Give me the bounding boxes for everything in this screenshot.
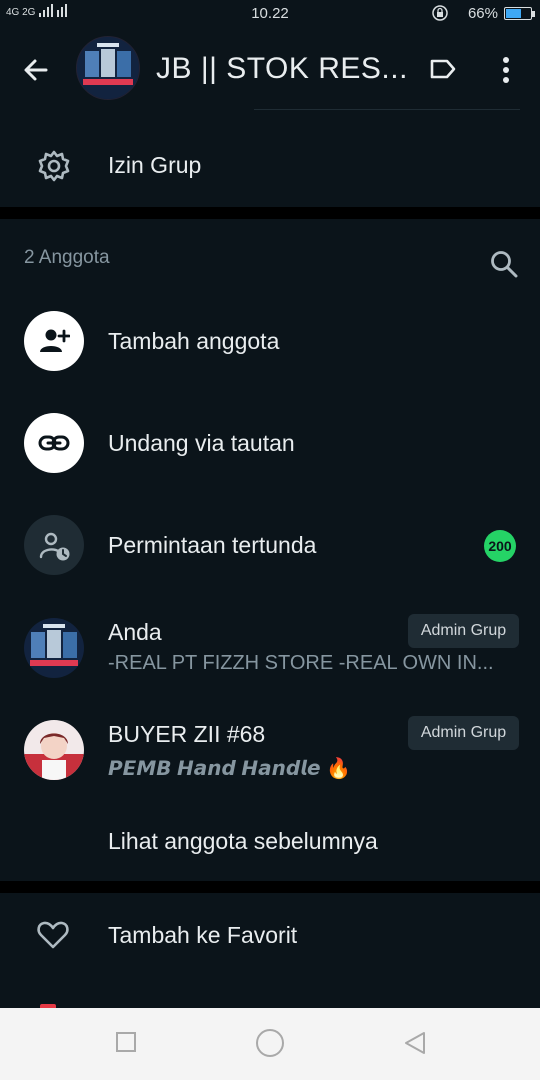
group-title[interactable]: JB || STOK RES... bbox=[156, 52, 408, 86]
search-icon[interactable] bbox=[488, 248, 520, 280]
nav-back-icon[interactable] bbox=[402, 1030, 428, 1056]
group-avatar[interactable] bbox=[76, 36, 140, 100]
add-member-button[interactable] bbox=[24, 311, 84, 371]
admin-badge: Admin Grup bbox=[408, 716, 519, 750]
group-header: JB || STOK RES... bbox=[0, 28, 540, 120]
add-member-label: Tambah anggota bbox=[108, 328, 280, 354]
battery-tip bbox=[532, 11, 535, 17]
group-avatar-image bbox=[77, 37, 139, 99]
member-name: Anda bbox=[108, 619, 162, 645]
section-divider bbox=[0, 881, 540, 893]
battery-level bbox=[506, 9, 521, 18]
member-status: -REAL PT FIZZH STORE -REAL OWN IN... bbox=[108, 652, 494, 674]
home-button[interactable] bbox=[256, 1029, 284, 1057]
member-avatar-image bbox=[24, 618, 84, 678]
more-options-icon[interactable] bbox=[496, 54, 516, 86]
see-previous-members-link[interactable]: Lihat anggota sebelumnya bbox=[108, 828, 378, 855]
pending-person-icon bbox=[39, 532, 70, 561]
heart-icon bbox=[37, 921, 69, 949]
section-divider bbox=[0, 207, 540, 219]
admin-badge: Admin Grup bbox=[408, 614, 519, 648]
battery-icon bbox=[504, 7, 532, 20]
group-permissions-row[interactable] bbox=[0, 124, 540, 206]
group-permissions-label: Izin Grup bbox=[108, 152, 202, 178]
avatar[interactable] bbox=[24, 618, 84, 678]
label-tag-icon[interactable] bbox=[428, 56, 458, 82]
invite-link-button[interactable] bbox=[24, 413, 84, 473]
member-name: BUYER ZII #68 bbox=[108, 721, 266, 747]
invite-link-label: Undang via tautan bbox=[108, 430, 295, 456]
battery-percent: 66% bbox=[467, 5, 498, 22]
rotation-lock-icon bbox=[432, 5, 448, 21]
header-divider bbox=[254, 109, 520, 110]
pending-requests-label: Permintaan tertunda bbox=[108, 532, 317, 558]
link-icon bbox=[38, 435, 70, 451]
member-avatar-image bbox=[24, 720, 84, 780]
member-status: 𝙋𝙀𝙈𝘽 𝙃𝙖𝙣𝙙 𝙃𝙖𝙣𝙙𝙡𝙚 🔥 bbox=[108, 758, 352, 780]
back-arrow-icon[interactable] bbox=[20, 54, 52, 86]
clock: 10.22 bbox=[251, 5, 289, 22]
recent-apps-button[interactable] bbox=[116, 1032, 136, 1052]
gear-icon bbox=[38, 150, 70, 182]
pending-count-badge: 200 bbox=[484, 530, 516, 562]
member-count-label: 2 Anggota bbox=[24, 247, 110, 268]
pending-requests-button[interactable] bbox=[24, 515, 84, 575]
avatar[interactable] bbox=[24, 720, 84, 780]
status-bar: 4G 2G 10.22 66% bbox=[0, 0, 540, 28]
add-person-icon bbox=[40, 329, 70, 352]
add-to-favorites-label: Tambah ke Favorit bbox=[108, 922, 298, 948]
